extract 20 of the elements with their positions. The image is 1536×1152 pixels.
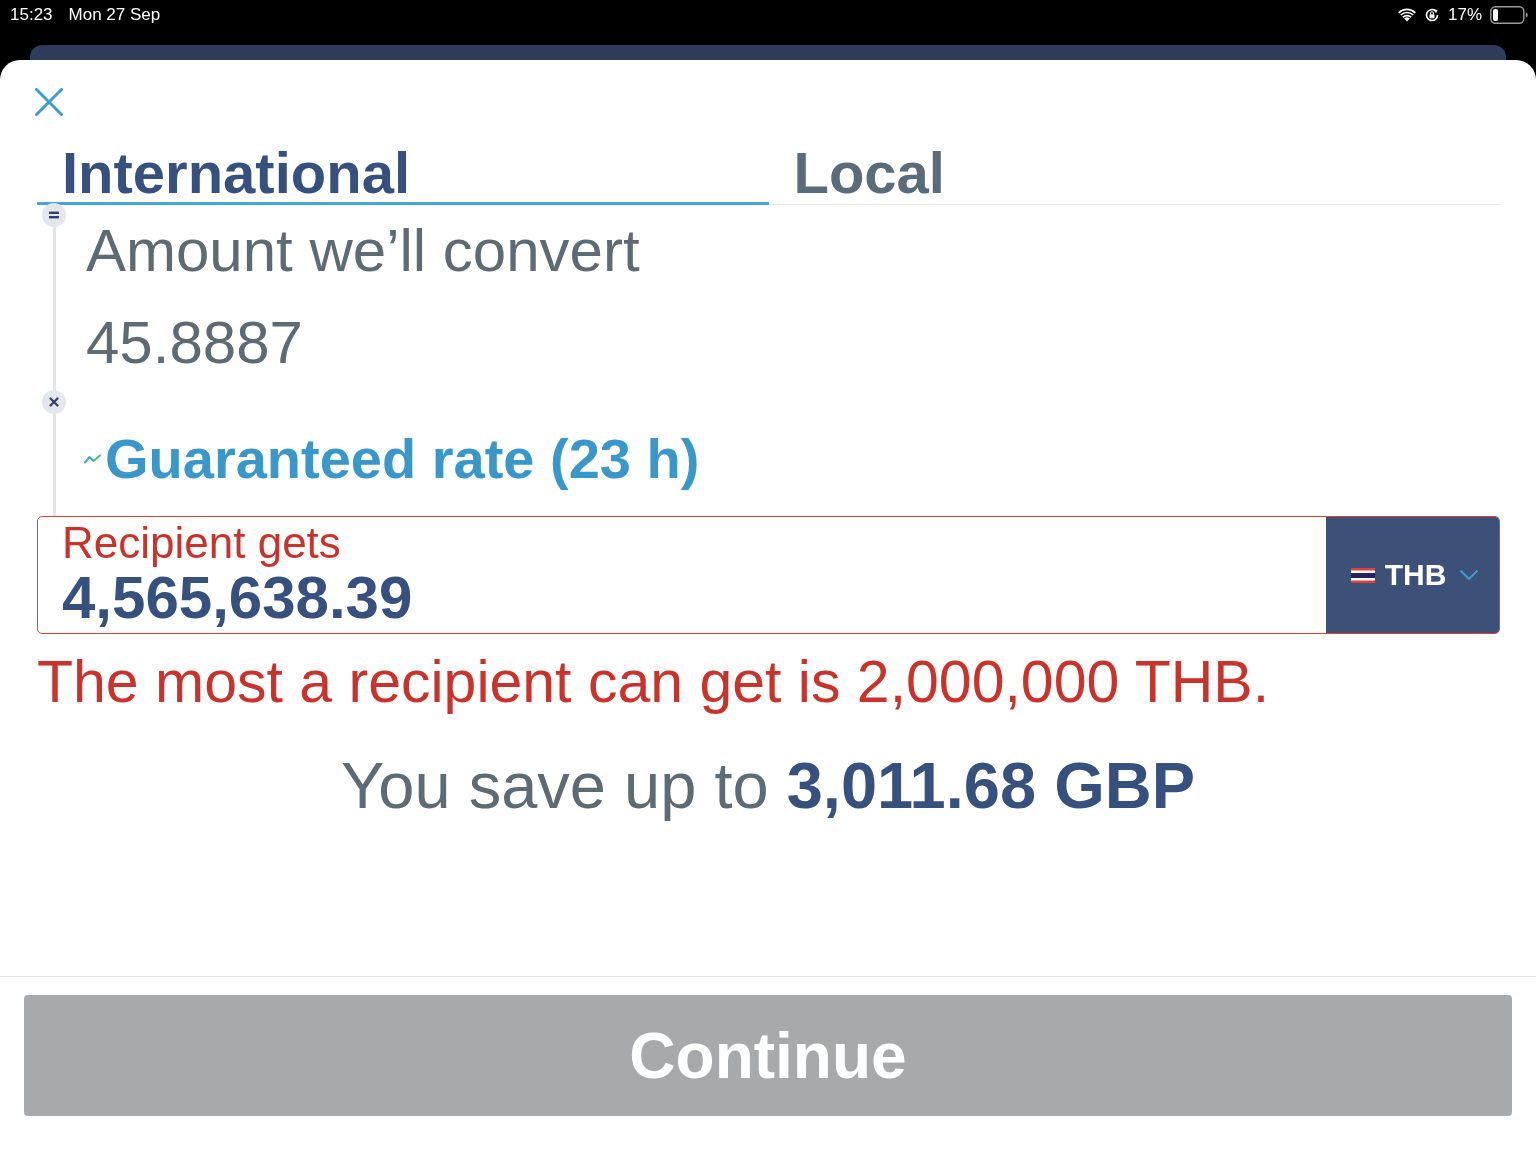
tab[interactable]: Local	[768, 145, 1500, 205]
error-message: The most a recipient can get is 2,000,000 THB.	[37, 650, 1271, 714]
amount-value: 45.8887	[86, 312, 303, 374]
status-date: Mon 27 Sep	[68, 5, 161, 25]
wifi-icon	[1397, 8, 1416, 22]
currency-button[interactable]: THB	[1326, 517, 1499, 633]
battery-percent: 17%	[1447, 5, 1482, 25]
close-button[interactable]	[35, 88, 63, 116]
flag-icon	[1350, 567, 1375, 583]
recipient-amount-field[interactable]: Recipient gets 4,565,638.39 THB	[37, 516, 1500, 634]
amount-label: Amount we’ll convert	[86, 220, 640, 282]
savings-text: You save up to 3,011.68 GBP	[339, 750, 1197, 822]
chevron-down-icon	[1460, 570, 1479, 580]
field-label: Recipient gets	[62, 520, 341, 566]
battery-icon	[1490, 6, 1528, 24]
tab[interactable]: International	[37, 145, 769, 205]
trend-line-icon	[84, 454, 101, 464]
status-time: 15:23	[10, 5, 53, 25]
rotation-lock-icon	[1423, 7, 1440, 23]
close-icon	[35, 88, 63, 116]
